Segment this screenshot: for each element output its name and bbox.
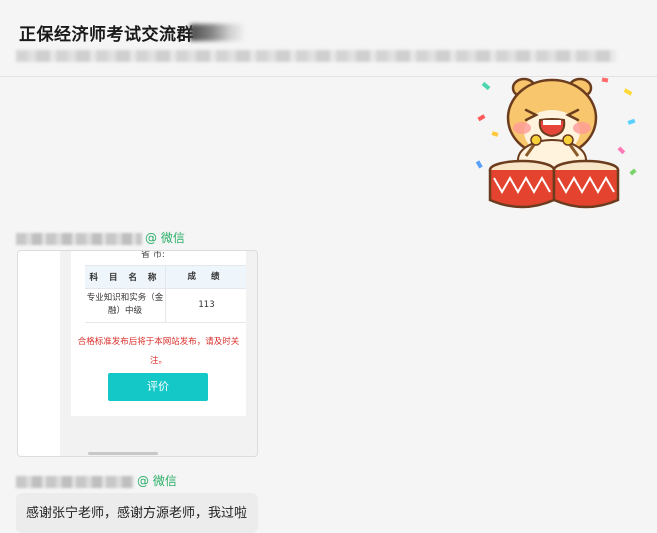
subject-name: 专业知识和实务（金融）中级	[86, 293, 164, 316]
image-margin	[18, 251, 60, 456]
redacted-sender-name	[16, 232, 142, 245]
hamster-drum-sticker[interactable]	[470, 70, 645, 215]
message-text: 感谢张宁老师，感谢方源老师，我过啦	[26, 506, 248, 521]
score-table-header: 科 目 名 称 成 绩	[85, 265, 246, 289]
column-subject: 科 目 名 称	[89, 273, 161, 283]
message-sender[interactable]: @ 微信	[16, 472, 177, 489]
score-page: 省 市: 科 目 名 称 成 绩 专业知识和实务（金融）中级 113 合格标准发…	[71, 251, 246, 416]
redacted-announcement	[16, 50, 616, 62]
redacted-member-count	[190, 24, 244, 41]
message-sender[interactable]: @ 微信	[16, 229, 185, 246]
image-scrollbar	[88, 452, 158, 455]
sender-source: @ 微信	[145, 231, 185, 245]
score-screenshot-image[interactable]: 省 市: 科 目 名 称 成 绩 专业知识和实务（金融）中级 113 合格标准发…	[17, 250, 258, 457]
message-bubble[interactable]: 感谢张宁老师，感谢方源老师，我过啦	[16, 493, 258, 533]
pass-standard-notice: 合格标准发布后将于本网站发布，请及时关注。	[77, 337, 240, 366]
province-label: 省 市:	[141, 250, 165, 260]
sender-source: @ 微信	[137, 474, 177, 488]
redacted-sender-name	[16, 475, 134, 488]
group-title[interactable]: 正保经济师考试交流群	[19, 20, 194, 45]
evaluate-button[interactable]: 评价	[108, 373, 208, 401]
score-value: 113	[165, 288, 247, 322]
chat-header: 正保经济师考试交流群	[0, 0, 657, 77]
table-row: 专业知识和实务（金融）中级 113	[85, 288, 246, 323]
column-score: 成 绩	[165, 266, 247, 288]
